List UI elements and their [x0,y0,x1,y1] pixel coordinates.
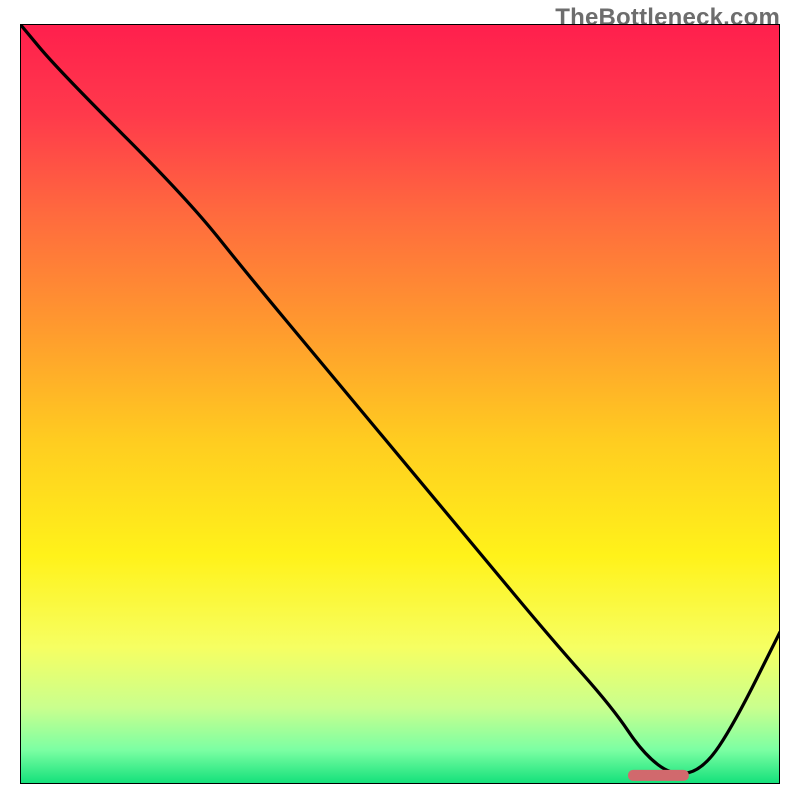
chart-svg [20,24,780,784]
chart-background [20,24,780,784]
optimal-range-marker [628,770,689,781]
chart-root: TheBottleneck.com [0,0,800,800]
chart-plot-area [20,24,780,784]
